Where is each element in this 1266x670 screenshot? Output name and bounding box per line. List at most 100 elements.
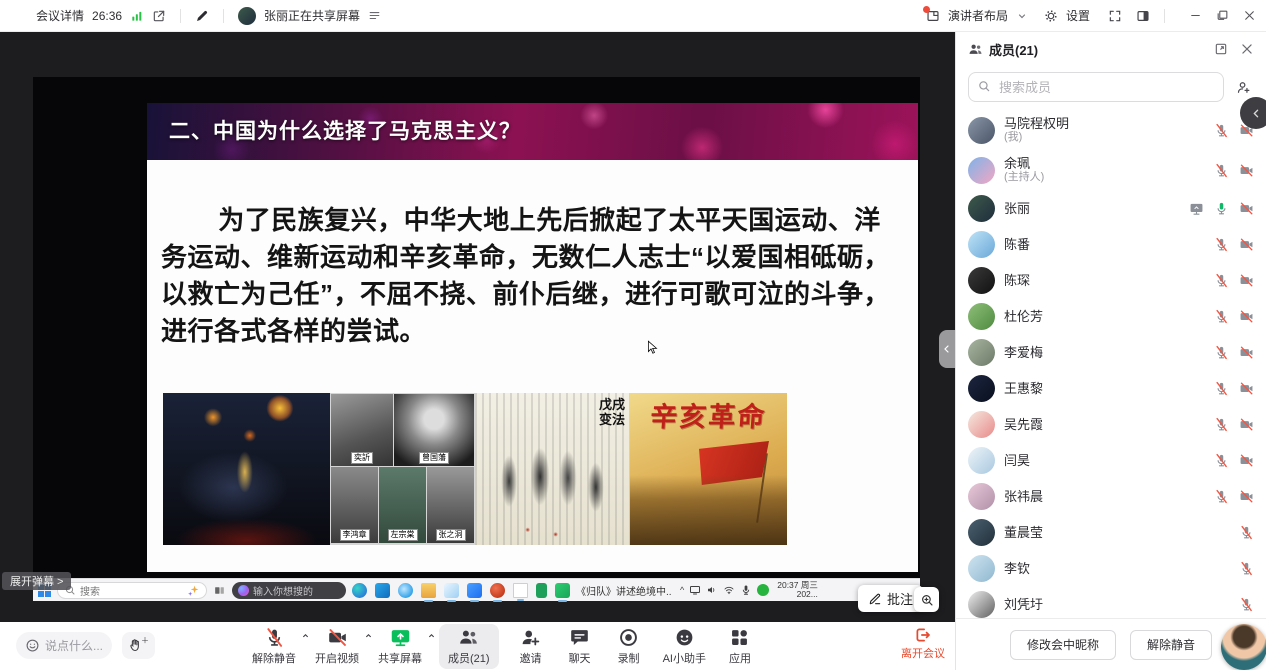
toolbar-apps-button[interactable]: 应用 — [723, 624, 757, 669]
member-name-block: 张丽 — [1004, 201, 1180, 216]
member-status-icons — [1214, 237, 1254, 252]
reform-label: 戊戌 变法 — [599, 397, 625, 427]
member-name-block: 闫昊 — [1004, 453, 1205, 468]
taskbar-search-box[interactable]: 搜索 — [57, 582, 207, 599]
member-search-input[interactable] — [968, 72, 1224, 102]
speaker-icon[interactable] — [706, 584, 718, 596]
taskbar-window-title[interactable]: 《归队》讲述绝境中... — [576, 583, 672, 598]
revolution-label: 辛亥革命 — [630, 395, 787, 434]
taskbar-outlook-icon[interactable] — [375, 583, 390, 598]
wechat-icon[interactable] — [757, 584, 769, 596]
tray-expand-icon[interactable]: ^ — [680, 585, 684, 595]
member-row[interactable]: 陈番 — [956, 226, 1266, 262]
portrait-box: 李鸿章 — [331, 467, 378, 543]
sharing-status: 张丽正在共享屏幕 — [264, 7, 360, 24]
screen-share-icon — [390, 627, 411, 648]
maximize-button[interactable] — [1216, 9, 1229, 22]
member-row[interactable]: 张祎晨 — [956, 478, 1266, 514]
fullscreen-icon[interactable] — [1108, 9, 1122, 23]
chat-icon — [569, 627, 590, 648]
cam-muted-icon — [1239, 237, 1254, 252]
taskbar-clock[interactable]: 20:37 周三 202... — [777, 581, 818, 600]
toolbar-screen-share-button[interactable]: 共享屏幕 — [376, 624, 424, 669]
close-button[interactable] — [1243, 9, 1256, 22]
taskbar-file-explorer-icon[interactable] — [421, 583, 436, 598]
taskbar-stock-green-icon[interactable] — [536, 583, 547, 598]
zoom-in-button[interactable] — [914, 587, 939, 612]
minimize-button[interactable] — [1189, 9, 1202, 22]
collapse-panel-button[interactable] — [1240, 97, 1266, 129]
mic-muted-icon — [1239, 525, 1254, 540]
toolbar-ai-button[interactable]: AI小助手 — [661, 624, 708, 669]
member-row[interactable]: 闫昊 — [956, 442, 1266, 478]
taskbar-meeting-app-icon[interactable] — [467, 583, 482, 598]
rename-button[interactable]: 修改会中昵称 — [1010, 630, 1116, 660]
member-row[interactable]: 刘凭圩 — [956, 586, 1266, 618]
mic-muted-icon — [1214, 381, 1229, 396]
tray-mic-icon[interactable] — [740, 584, 752, 596]
cam-muted-icon — [1239, 417, 1254, 432]
member-status-icons — [1214, 345, 1254, 360]
close-panel-icon[interactable] — [1240, 42, 1254, 56]
member-name: 李爱梅 — [1004, 345, 1205, 360]
annotation-pen-icon[interactable] — [195, 9, 209, 23]
taskbar-wps-red-icon[interactable] — [490, 583, 505, 598]
member-avatar — [968, 519, 995, 546]
popout-icon[interactable] — [1214, 42, 1228, 56]
meeting-details-button[interactable]: 会议详情 — [36, 7, 84, 24]
members-panel-header: 成员(21) — [956, 32, 1266, 66]
toolbar-invite-button[interactable]: 邀请 — [514, 624, 548, 669]
members-panel: 成员(21) 马院程权明(我)余珮(主持人) 张丽陈番陈琛杜伦芳李爱梅王惠黎吴先霞… — [955, 32, 1266, 618]
sidebar-collapse-tab[interactable] — [939, 330, 955, 368]
taskbar-ie-icon[interactable] — [398, 583, 413, 598]
toolbar-cam-muted-button[interactable]: 开启视频 — [313, 624, 361, 669]
toolbar-record-button[interactable]: 录制 — [612, 624, 646, 669]
leave-meeting-button[interactable]: 离开会议 — [901, 626, 945, 661]
self-video-bubble[interactable] — [1221, 624, 1266, 670]
sharing-list-icon[interactable] — [368, 9, 381, 22]
members-panel-title: 成员(21) — [989, 40, 1038, 59]
task-view-icon[interactable] — [213, 584, 226, 597]
expand-danmaku-button[interactable]: 展开弹幕 > — [2, 572, 71, 590]
unmute-button[interactable]: 解除静音 — [1130, 630, 1212, 660]
member-row[interactable]: 余珮(主持人) — [956, 150, 1266, 190]
search-icon — [977, 79, 991, 93]
taskbar-document-icon[interactable] — [513, 583, 528, 598]
raise-hand-button[interactable]: ＋ — [122, 632, 155, 659]
toolbar-mic-muted-button[interactable]: 解除静音 — [250, 624, 298, 669]
member-row[interactable]: 王惠黎 — [956, 370, 1266, 406]
display-icon[interactable] — [689, 584, 701, 596]
shared-screen-stage: 二、中国为什么选择了马克思主义？ 为了民族复兴，中华大地上先后掀起了太平天国运动… — [0, 32, 955, 622]
member-row[interactable]: 杜伦芳 — [956, 298, 1266, 334]
toolbar-chat-button[interactable]: 聊天 — [563, 624, 597, 669]
panel-toggle-icon[interactable] — [1136, 9, 1150, 23]
settings-button[interactable]: 设置 — [1066, 7, 1090, 24]
taskbar-edge-icon[interactable] — [352, 583, 367, 598]
member-name-block: 陈番 — [1004, 237, 1205, 252]
member-name-block: 张祎晨 — [1004, 489, 1205, 504]
member-row[interactable]: 吴先霞 — [956, 406, 1266, 442]
mic-muted-icon — [1214, 489, 1229, 504]
portrait-box: 曾国藩 — [394, 394, 474, 466]
smiley-icon — [25, 638, 40, 653]
invite-icon — [520, 627, 541, 648]
ai-search-box[interactable]: 输入你想搜的 — [232, 582, 346, 599]
taskbar-app-blue-light-icon[interactable] — [444, 583, 459, 598]
member-row[interactable]: 张丽 — [956, 190, 1266, 226]
quick-chat-input[interactable]: 说点什么... — [16, 632, 112, 659]
member-row[interactable]: 陈琛 — [956, 262, 1266, 298]
speaker-layout-button[interactable]: 演讲者布局 — [948, 7, 1008, 24]
member-status-icons — [1214, 489, 1254, 504]
taskbar-camera-green-icon[interactable] — [555, 583, 570, 598]
cam-muted-icon — [1239, 201, 1254, 216]
chevron-left-icon — [941, 343, 953, 355]
toolbar-members-button[interactable]: 成员(21) — [439, 624, 499, 669]
member-row[interactable]: 马院程权明(我) — [956, 110, 1266, 150]
member-row[interactable]: 李钦 — [956, 550, 1266, 586]
member-row[interactable]: 董晨莹 — [956, 514, 1266, 550]
member-status-icons — [1214, 273, 1254, 288]
member-role: (主持人) — [1004, 171, 1205, 184]
member-row[interactable]: 李爱梅 — [956, 334, 1266, 370]
open-external-icon[interactable] — [152, 9, 166, 23]
wifi-icon[interactable] — [723, 584, 735, 596]
